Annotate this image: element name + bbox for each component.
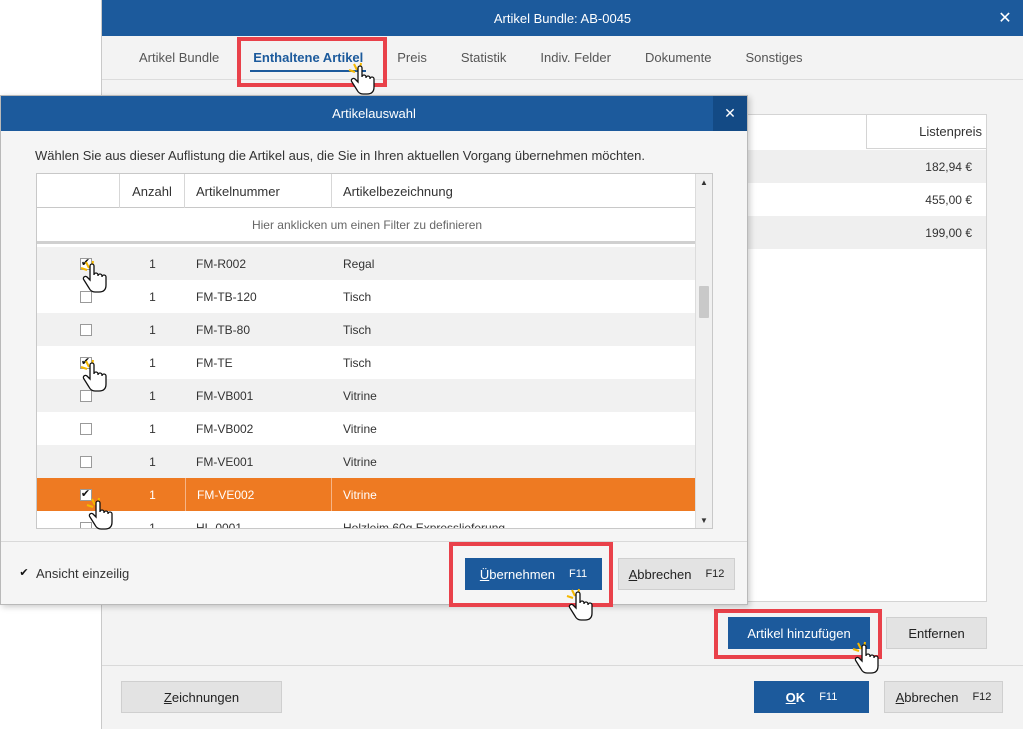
dialog-cancel-label: Abbrechen — [628, 566, 692, 582]
highlight-frame — [449, 542, 613, 607]
qty-cell: 1 — [149, 256, 156, 271]
window-title: Artikel Bundle: AB-0045 — [493, 10, 632, 26]
footer-divider — [102, 665, 1023, 666]
drawings-button[interactable]: Zeichnungen — [121, 681, 282, 713]
article-number-cell: FM-TE — [196, 355, 233, 370]
row-checkbox[interactable]: ✔ — [79, 488, 92, 501]
article-desc-cell: Vitrine — [343, 487, 377, 502]
article-number-cell: FM-VE001 — [196, 454, 254, 469]
single-line-label: Ansicht einzeilig — [36, 566, 130, 581]
tab-dokumente[interactable]: Dokumente — [628, 36, 728, 80]
row-checkbox[interactable] — [79, 455, 92, 468]
scroll-up-icon[interactable]: ▲ — [696, 174, 712, 190]
table-row[interactable]: 182,94 € — [746, 150, 986, 183]
row-checkbox[interactable]: ✔ — [79, 356, 92, 369]
price-cell: 182,94 € — [925, 159, 972, 174]
tab-artikel-bundle[interactable]: Artikel Bundle — [122, 36, 236, 80]
ok-label: OK — [785, 689, 806, 705]
dialog-titlebar: Artikelauswahl ✕ — [1, 96, 747, 131]
table-row[interactable]: 1 FM-TB-120 Tisch — [37, 280, 697, 313]
column-header-artikelbezeichnung[interactable]: Artikelbezeichnung — [332, 174, 697, 208]
table-row-selected[interactable]: ✔ 1 FM-VE002 Vitrine — [37, 478, 697, 511]
qty-cell: 1 — [149, 454, 156, 469]
remove-label: Entfernen — [908, 625, 965, 641]
row-checkbox[interactable]: ✔ — [79, 257, 92, 270]
article-number-cell: FM-R002 — [196, 256, 247, 271]
ok-button[interactable]: OK F11 — [754, 681, 869, 713]
tab-indiv-felder[interactable]: Indiv. Felder — [523, 36, 628, 80]
article-number-cell: FM-VE002 — [185, 478, 332, 511]
highlight-frame — [714, 609, 882, 659]
article-number-cell: HL-0001 — [196, 520, 243, 529]
row-checkbox[interactable] — [79, 323, 92, 336]
table-row[interactable]: ✔ 1 FM-R002 Regal — [37, 247, 697, 280]
row-checkbox[interactable] — [79, 290, 92, 303]
scrollbar-thumb[interactable] — [699, 286, 709, 318]
dialog-cancel-button[interactable]: Abbrechen F12 — [618, 558, 735, 590]
remove-button[interactable]: Entfernen — [886, 617, 987, 649]
article-number-cell: FM-VB001 — [196, 388, 254, 403]
row-checkbox[interactable] — [79, 521, 92, 528]
filter-row[interactable]: Hier anklicken um einen Filter zu defini… — [37, 208, 697, 244]
article-desc-cell: Vitrine — [343, 388, 377, 403]
dialog-title: Artikelauswahl — [332, 106, 416, 121]
price-cell: 455,00 € — [925, 192, 972, 207]
column-header-select[interactable] — [37, 174, 120, 208]
instruction-text: Wählen Sie aus dieser Auflistung die Art… — [35, 148, 645, 163]
scroll-down-icon[interactable]: ▼ — [696, 512, 712, 528]
article-grid: Anzahl Artikelnummer Artikelbezeichnung … — [36, 173, 713, 529]
cancel-button[interactable]: Abbrechen F12 — [884, 681, 1003, 713]
close-icon[interactable]: ✕ — [987, 0, 1023, 36]
row-checkbox[interactable] — [79, 422, 92, 435]
article-number-cell: FM-TB-80 — [196, 322, 250, 337]
table-row[interactable]: 1 FM-VE001 Vitrine — [37, 445, 697, 478]
column-header-anzahl[interactable]: Anzahl — [120, 174, 185, 208]
article-desc-cell: Tisch — [343, 355, 372, 370]
row-checkbox[interactable] — [79, 389, 92, 402]
qty-cell: 1 — [149, 289, 156, 304]
price-cell: 199,00 € — [925, 225, 972, 240]
column-header-listenpreis[interactable]: Listenpreis — [866, 115, 986, 149]
single-line-view-option[interactable]: ✔ Ansicht einzeilig — [18, 566, 129, 581]
qty-cell: 1 — [149, 388, 156, 403]
vertical-scrollbar[interactable]: ▲ ▼ — [695, 174, 712, 528]
article-desc-cell: Vitrine — [343, 454, 377, 469]
table-row[interactable]: 455,00 € — [746, 183, 986, 216]
grid-header: Anzahl Artikelnummer Artikelbezeichnung — [37, 174, 697, 208]
qty-cell: 1 — [149, 520, 156, 529]
single-line-checkbox[interactable]: ✔ — [18, 568, 30, 580]
cancel-label: Abbrechen — [895, 689, 959, 705]
highlight-frame — [237, 37, 387, 87]
tab-statistik[interactable]: Statistik — [444, 36, 524, 80]
table-row[interactable]: 1 HL-0001 Holzleim 60g Expresslieferung — [37, 511, 697, 529]
article-desc-cell: Tisch — [343, 322, 372, 337]
dialog-footer-divider — [1, 541, 747, 542]
article-selection-dialog: Artikelauswahl ✕ Wählen Sie aus dieser A… — [0, 95, 748, 605]
article-desc-cell: Tisch — [343, 289, 372, 304]
qty-cell: 1 — [149, 421, 156, 436]
tab-sonstiges[interactable]: Sonstiges — [728, 36, 819, 80]
close-icon[interactable]: ✕ — [713, 96, 747, 131]
cancel-shortcut: F12 — [972, 691, 992, 703]
dialog-cancel-shortcut: F12 — [705, 568, 725, 580]
table-row[interactable]: 1 FM-TB-80 Tisch — [37, 313, 697, 346]
article-desc-cell: Holzleim 60g Expresslieferung — [343, 520, 506, 529]
article-number-cell: FM-VB002 — [196, 421, 254, 436]
article-number-cell: FM-TB-120 — [196, 289, 257, 304]
window-titlebar: Artikel Bundle: AB-0045 ✕ — [102, 0, 1023, 36]
article-desc-cell: Vitrine — [343, 421, 377, 436]
article-desc-cell: Regal — [343, 256, 375, 271]
column-header-artikelnummer[interactable]: Artikelnummer — [185, 174, 332, 208]
qty-cell: 1 — [149, 355, 156, 370]
qty-cell: 1 — [149, 487, 156, 502]
table-row[interactable]: 1 FM-VB002 Vitrine — [37, 412, 697, 445]
ok-shortcut: F11 — [819, 691, 838, 703]
table-row[interactable]: ✔ 1 FM-TE Tisch — [37, 346, 697, 379]
table-row[interactable]: 199,00 € — [746, 216, 986, 249]
qty-cell: 1 — [149, 322, 156, 337]
table-row[interactable]: 1 FM-VB001 Vitrine — [37, 379, 697, 412]
tab-preis[interactable]: Preis — [380, 36, 444, 80]
drawings-label: Zeichnungen — [163, 689, 240, 705]
